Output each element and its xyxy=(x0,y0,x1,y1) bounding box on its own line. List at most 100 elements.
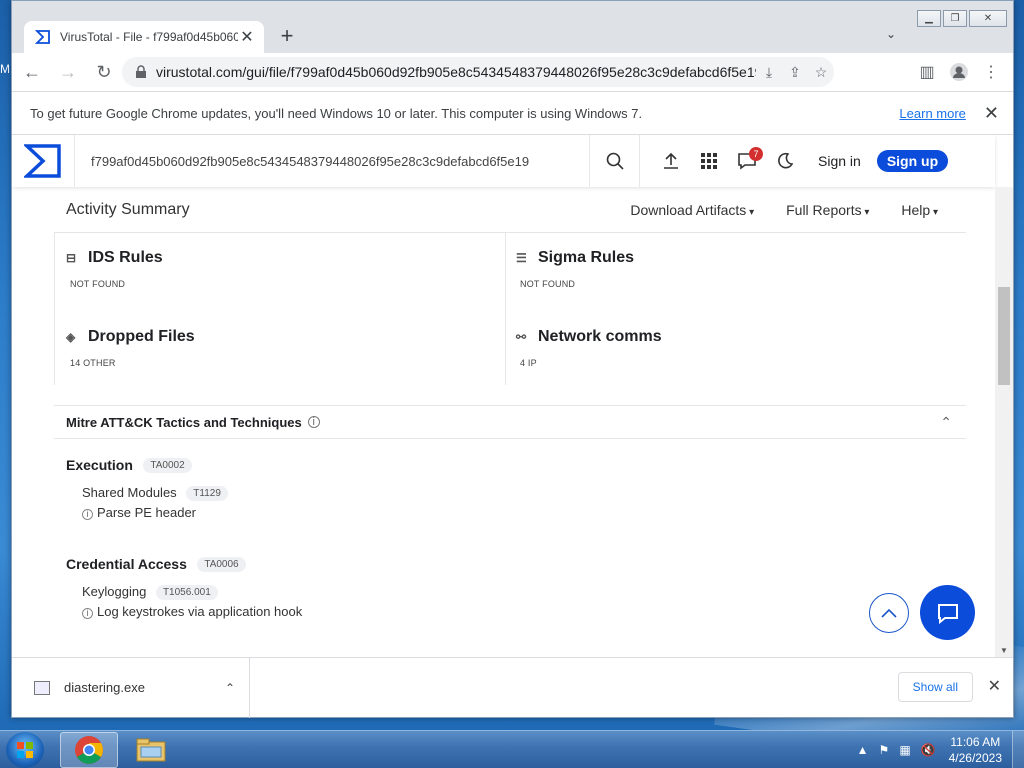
dark-mode-moon-icon[interactable] xyxy=(766,152,804,170)
chevron-up-icon[interactable]: ⌃ xyxy=(225,681,235,695)
reload-icon[interactable]: ↻ xyxy=(88,56,120,88)
volume-muted-icon[interactable]: 🔇 xyxy=(921,743,936,757)
tray-expand-icon[interactable]: ▲ xyxy=(857,743,869,757)
technique-name: Shared Modules xyxy=(82,485,177,500)
folder-icon xyxy=(136,738,166,762)
clock-time: 11:06 AM xyxy=(950,735,1001,749)
file-icon xyxy=(34,680,50,695)
tab-strip: VirusTotal - File - f799af0d45b060 ✕ + ⌄… xyxy=(12,1,1013,53)
technique-description: i Parse PE header xyxy=(82,505,228,521)
upload-icon[interactable] xyxy=(652,152,690,170)
download-artifacts-dropdown[interactable]: Download Artifacts xyxy=(630,202,754,218)
grid-left-divider xyxy=(54,233,55,385)
info-icon[interactable]: i xyxy=(307,416,320,428)
network-icon[interactable]: ▦ xyxy=(899,743,910,757)
scroll-down-arrow-icon[interactable]: ▼ xyxy=(1000,646,1008,655)
chrome-icon xyxy=(75,736,103,764)
show-desktop-button[interactable] xyxy=(1012,731,1024,768)
tab-search-chevron-icon[interactable]: ⌄ xyxy=(886,27,896,41)
new-tab-button[interactable]: + xyxy=(274,24,300,50)
ids-rules-title: IDS Rules xyxy=(88,249,163,266)
maximize-button[interactable]: ❐ xyxy=(943,10,967,27)
network-comms-icon: ⚯ xyxy=(516,330,527,344)
technique-description-text: Parse PE header xyxy=(97,505,197,521)
download-file-name[interactable]: diastering.exe xyxy=(64,680,225,695)
full-reports-dropdown[interactable]: Full Reports xyxy=(786,202,869,218)
infobar-message: To get future Google Chrome updates, you… xyxy=(30,105,643,121)
ids-rules-icon: ⊟ xyxy=(66,251,77,265)
search-hash-value[interactable]: f799af0d45b060d92fb905e8c543454837944802… xyxy=(91,154,589,169)
dropped-files-value: 14 OTHER xyxy=(70,358,116,368)
address-bar[interactable]: virustotal.com/gui/file/f799af0d45b060d9… xyxy=(122,57,834,87)
sign-in-link[interactable]: Sign in xyxy=(818,153,861,169)
action-center-flag-icon[interactable]: ⚑ xyxy=(879,743,890,757)
virustotal-favicon-icon xyxy=(34,28,52,46)
dropped-files-section: ◈ Dropped Files 14 OTHER xyxy=(66,328,496,368)
page-content: f799af0d45b060d92fb905e8c543454837944802… xyxy=(12,135,1013,657)
summary-grid: ⊟ IDS Rules NOT FOUND ☰ Sigma Rules NOT FO… xyxy=(54,233,924,385)
ids-rules-value: NOT FOUND xyxy=(70,279,126,289)
profile-avatar-icon[interactable] xyxy=(943,57,975,87)
sigma-rules-icon: ☰ xyxy=(516,251,527,265)
url-text[interactable]: virustotal.com/gui/file/f799af0d45b060d9… xyxy=(156,64,756,80)
tactic-name: Credential Access xyxy=(66,556,187,572)
chat-bubble-icon xyxy=(937,603,958,624)
virustotal-logo-icon[interactable] xyxy=(12,135,74,187)
forward-arrow-icon[interactable]: → xyxy=(52,56,84,88)
browser-toolbar: ← → ↻ virustotal.com/gui/file/f799af0d45… xyxy=(12,53,1013,91)
window-controls: ▁ ❐ ✕ xyxy=(915,10,1007,27)
install-app-icon[interactable]: ⤓ xyxy=(756,64,782,81)
learn-more-link[interactable]: Learn more xyxy=(899,106,965,121)
side-panel-icon[interactable]: ▥ xyxy=(911,57,943,87)
chrome-menu-icon[interactable]: ⋮ xyxy=(975,57,1007,87)
page-scrollbar[interactable]: ▼ xyxy=(995,187,1013,657)
technique-row: Keylogging T1056.001 xyxy=(82,584,302,601)
desktop-icon-fragment[interactable]: M xyxy=(0,62,10,76)
chevron-up-icon xyxy=(881,608,897,618)
close-download-shelf-icon[interactable]: ✕ xyxy=(988,676,1001,696)
technique-row: Shared Modules T1129 xyxy=(82,485,228,502)
mitre-section-header[interactable]: Mitre ATT&CK Tactics and Techniques i ⌃ xyxy=(54,405,966,439)
minimize-button[interactable]: ▁ xyxy=(917,10,941,27)
bookmark-star-icon[interactable]: ☆ xyxy=(808,64,834,81)
tactic-credential-access: Credential Access TA0006 Keylogging T105… xyxy=(66,556,302,620)
activity-summary-bar: Activity Summary Download Artifacts Full… xyxy=(54,187,966,233)
update-infobar: To get future Google Chrome updates, you… xyxy=(12,91,1013,135)
clock[interactable]: 11:06 AM 4/26/2023 xyxy=(949,734,1002,766)
close-window-button[interactable]: ✕ xyxy=(969,10,1007,27)
tactic-id-tag[interactable]: TA0006 xyxy=(197,557,246,573)
help-dropdown[interactable]: Help xyxy=(901,202,938,218)
network-comms-title: Network comms xyxy=(538,328,662,345)
scrollbar-thumb[interactable] xyxy=(998,287,1010,385)
notifications-chat-icon[interactable]: 7 xyxy=(728,147,766,170)
apps-grid-icon[interactable] xyxy=(690,152,728,170)
infobar-close-icon[interactable]: ✕ xyxy=(984,103,999,124)
show-all-button[interactable]: Show all xyxy=(897,672,973,702)
tab-close-icon[interactable]: ✕ xyxy=(238,27,256,47)
browser-right-tools: ▥ ⋮ xyxy=(911,57,1007,87)
windows-logo-icon xyxy=(17,742,33,758)
scroll-to-top-button[interactable] xyxy=(869,593,909,633)
taskbar-chrome[interactable] xyxy=(60,732,118,768)
hash-search-box[interactable]: f799af0d45b060d92fb905e8c543454837944802… xyxy=(74,135,640,187)
start-button[interactable] xyxy=(6,732,44,768)
technique-id-tag[interactable]: T1056.001 xyxy=(155,585,218,601)
tab-virustotal[interactable]: VirusTotal - File - f799af0d45b060 ✕ xyxy=(24,21,264,53)
tab-title: VirusTotal - File - f799af0d45b060 xyxy=(60,30,238,44)
share-icon[interactable]: ⇪ xyxy=(782,64,808,81)
taskbar-explorer[interactable] xyxy=(122,732,180,768)
notification-badge: 7 xyxy=(749,147,763,161)
sign-up-button[interactable]: Sign up xyxy=(876,150,949,172)
tactic-id-tag[interactable]: TA0002 xyxy=(143,458,192,474)
windows-taskbar: ▲ ⚑ ▦ 🔇 11:06 AM 4/26/2023 xyxy=(0,730,1024,768)
technique-id-tag[interactable]: T1129 xyxy=(186,486,228,502)
dropped-files-icon: ◈ xyxy=(66,330,76,344)
technique-description: i Log keystrokes via application hook xyxy=(82,604,302,620)
back-arrow-icon[interactable]: ← xyxy=(16,56,48,88)
header-icons: 7 Sign in Sign up xyxy=(652,147,949,172)
chevron-up-icon[interactable]: ⌃ xyxy=(940,414,952,431)
download-shelf: diastering.exe ⌃ Show all ✕ xyxy=(12,657,1013,718)
chat-button[interactable] xyxy=(920,585,975,640)
search-icon[interactable] xyxy=(589,135,639,187)
download-item[interactable]: diastering.exe ⌃ xyxy=(12,657,250,718)
